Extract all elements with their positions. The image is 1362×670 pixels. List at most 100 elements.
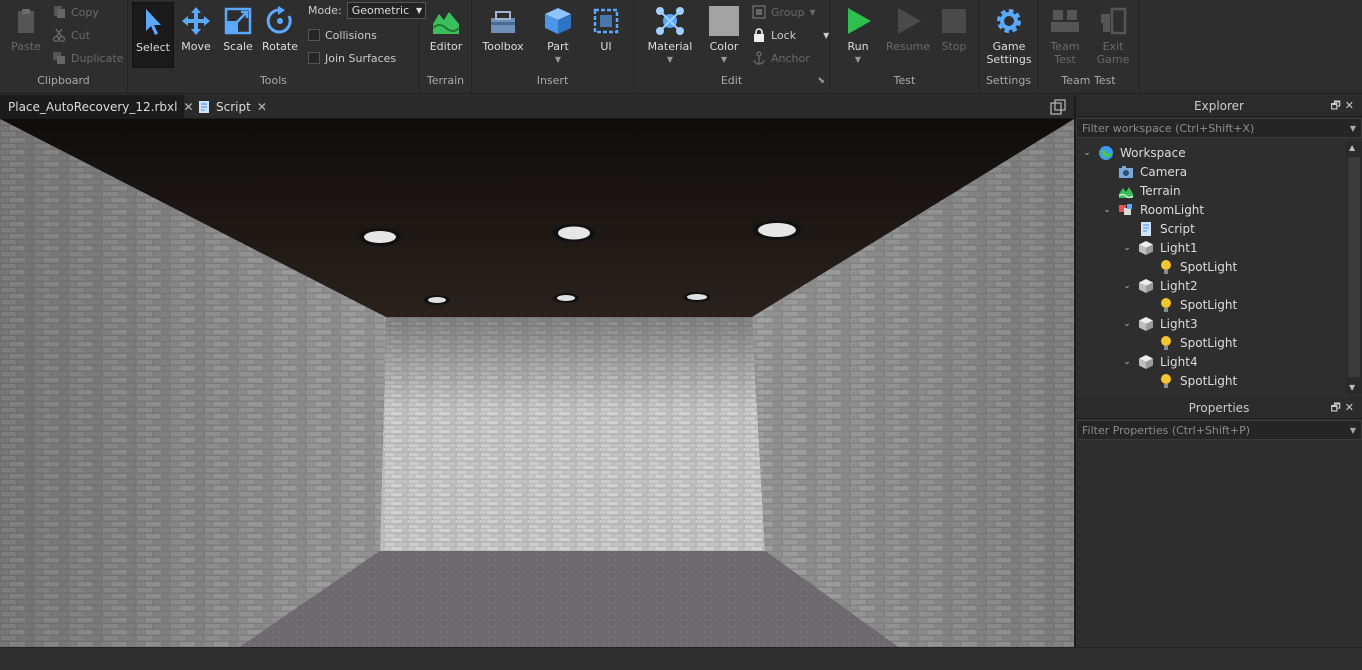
model-icon [1119,203,1132,215]
run-button[interactable]: Run ▼ [836,2,880,68]
exit-game-label-2: Game [1096,53,1130,66]
move-button[interactable]: Move [174,2,218,68]
close-icon[interactable]: ✕ [1345,401,1358,414]
tree-item-light3[interactable]: ⌄ Light3 [1122,314,1198,333]
rotate-icon [266,6,292,34]
tools-group: Select Move Scale Rotate Mode: Geometric… [128,0,427,94]
resume-button[interactable]: Resume [884,2,932,68]
restore-icon[interactable]: 🗗 [1330,401,1344,414]
tree-item-terrain[interactable]: Terrain [1102,181,1181,200]
explorer-tree: ⌄ Workspace Camera Terrain ⌄ RoomLight S… [1076,141,1346,394]
explorer-scrollbar[interactable]: ▲ ▼ [1346,141,1362,394]
chevron-down-icon[interactable]: ▼ [1350,119,1356,139]
tree-item-spotlight[interactable]: SpotLight [1142,371,1237,390]
mode-label: Mode: [308,3,342,17]
exit-game-button[interactable]: Exit Game [1090,2,1136,68]
tab-place-file[interactable]: Place_AutoRecovery_12.rbxl ✕ [0,95,194,119]
scroll-down-icon[interactable]: ▼ [1349,383,1355,392]
terrain-group-label: Terrain [426,74,465,87]
cut-icon [52,28,66,42]
mode-select[interactable]: Geometric ▼ [346,1,427,19]
expand-toggle-icon[interactable]: ⌄ [1082,148,1092,158]
part-button[interactable]: Part ▼ [536,2,580,68]
chevron-down-icon[interactable]: ▼ [1350,421,1356,441]
toolbox-icon [491,11,515,33]
tree-item-roomlight[interactable]: ⌄ RoomLight [1102,200,1204,219]
join-surfaces-toggle[interactable]: Join Surfaces [308,48,396,68]
tree-item-light4[interactable]: ⌄ Light4 [1122,352,1198,371]
duplicate-button[interactable]: Duplicate [52,48,123,68]
spotlight-icon [1161,335,1171,350]
scroll-up-icon[interactable]: ▲ [1349,143,1355,152]
move-arrows-icon [182,7,210,35]
part-icon [1139,316,1153,331]
expand-toggle-icon[interactable]: ⌄ [1122,357,1132,367]
toolbox-button[interactable]: Toolbox [480,2,526,68]
properties-title-bar: Properties 🗗✕ [1076,397,1362,419]
expand-toggle-icon[interactable]: ⌄ [1102,205,1112,215]
tab-script[interactable]: Script ✕ [190,95,276,119]
team-test-icon [1051,10,1079,32]
explorer-window-controls: 🗗✕ [1330,95,1358,117]
game-settings-button[interactable]: Game Settings [986,2,1032,70]
terrain-icon [1118,186,1134,198]
cut-button[interactable]: Cut [52,25,90,45]
tree-item-spotlight[interactable]: SpotLight [1142,295,1237,314]
tree-item-label: Light3 [1160,316,1198,331]
expand-toggle-icon[interactable]: ⌄ [1122,243,1132,253]
tree-item-camera[interactable]: Camera [1102,162,1187,181]
color-button[interactable]: Color ▼ [702,2,746,68]
3d-viewport[interactable] [0,119,1074,647]
copy-button[interactable]: Copy [52,2,99,22]
paste-button[interactable]: Paste [4,2,48,68]
gear-icon [997,9,1021,33]
tree-item-spotlight[interactable]: SpotLight [1142,257,1237,276]
team-test-button[interactable]: Team Test [1042,2,1088,68]
chevron-down-icon: ▼ [720,55,728,64]
tree-item-light1[interactable]: ⌄ Light1 [1122,238,1198,257]
resume-label: Resume [885,40,931,53]
duplicate-icon [53,52,65,64]
room-scene [0,119,1074,647]
close-icon[interactable]: ✕ [257,95,267,119]
test-group-label: Test [893,74,916,87]
tab-script-label: Script [216,100,251,114]
join-surfaces-checkbox[interactable] [308,52,320,64]
close-icon[interactable]: ✕ [1345,99,1358,112]
explorer-filter-placeholder: Filter workspace (Ctrl+Shift+X) [1082,122,1255,135]
terrain-editor-button[interactable]: Editor [424,2,468,68]
properties-filter-input[interactable]: Filter Properties (Ctrl+Shift+P) ▼ [1076,420,1362,440]
tree-item-light2[interactable]: ⌄ Light2 [1122,276,1198,295]
float-window-icon[interactable] [1050,99,1066,115]
collisions-checkbox[interactable] [308,29,320,41]
document-tab-bar: Place_AutoRecovery_12.rbxl ✕ Script ✕ [0,95,1074,119]
expand-toggle-icon[interactable]: ⌄ [1122,319,1132,329]
scroll-thumb[interactable] [1348,157,1360,377]
color-label: Color [709,40,739,53]
spotlight-icon [1161,373,1171,388]
anchor-button[interactable]: Anchor [752,48,810,68]
expand-toggle-icon[interactable]: ⌄ [1122,281,1132,291]
tree-item-label: Script [1160,221,1195,236]
rotate-button[interactable]: Rotate [258,2,302,68]
stop-button[interactable]: Stop [932,2,976,68]
lock-button[interactable]: Lock ▼ [752,25,829,45]
scale-button[interactable]: Scale [216,2,260,68]
tree-item-workspace[interactable]: ⌄ Workspace [1082,143,1186,162]
tree-item-spotlight[interactable]: SpotLight [1142,333,1237,352]
tree-item-script[interactable]: Script [1122,219,1195,238]
collisions-toggle[interactable]: Collisions [308,25,377,45]
select-button[interactable]: Select [132,2,174,68]
group-button[interactable]: Group ▼ [752,2,816,22]
spotlight-icon [1161,297,1171,312]
team-test-label-1: Team [1050,40,1080,53]
part-cube-icon [545,8,571,34]
material-button[interactable]: Material ▼ [646,2,694,68]
test-group: Run ▼ Resume Stop Test [830,0,980,94]
exit-game-icon [1101,7,1127,35]
restore-icon[interactable]: 🗗 [1330,99,1344,112]
ui-button[interactable]: UI [584,2,628,68]
copy-icon [54,6,65,18]
mode-row: Mode: Geometric ▼ [308,0,427,20]
explorer-filter-input[interactable]: Filter workspace (Ctrl+Shift+X) ▼ [1076,118,1362,138]
